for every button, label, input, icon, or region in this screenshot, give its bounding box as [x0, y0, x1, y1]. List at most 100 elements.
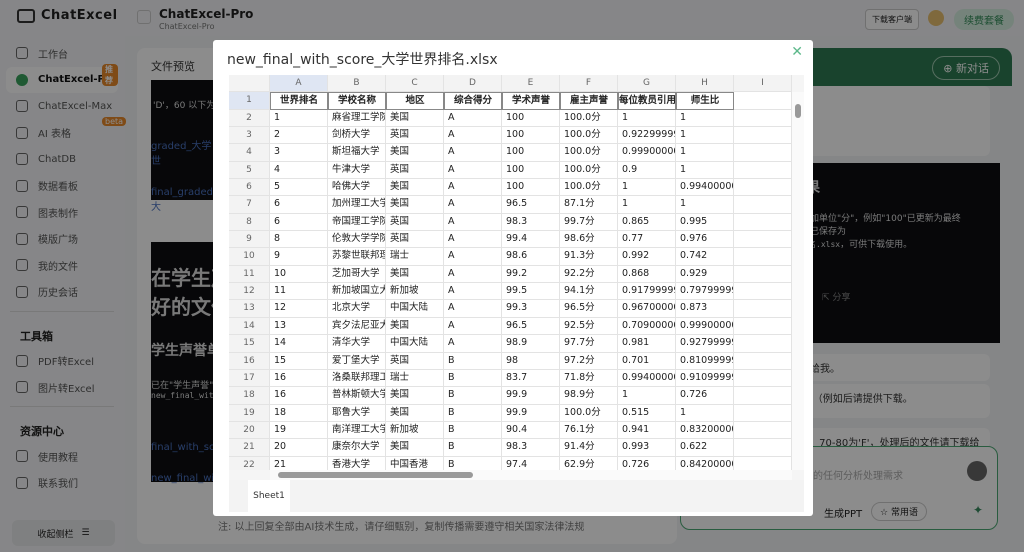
table-cell[interactable]: 美国 [386, 179, 444, 197]
table-cell[interactable]: 0.726 [676, 387, 734, 405]
table-cell[interactable]: 英国 [386, 352, 444, 370]
table-cell[interactable]: 92.5分 [560, 317, 618, 336]
column-header[interactable]: F [560, 75, 618, 93]
table-cell[interactable]: 98.6 [502, 248, 560, 266]
table-cell[interactable]: 99.9 [502, 404, 560, 422]
table-cell[interactable]: 0.941 [618, 421, 676, 440]
table-cell[interactable]: 6 [270, 196, 328, 214]
table-cell[interactable]: 0.832000000 [676, 421, 734, 440]
table-cell[interactable]: 瑞士 [386, 248, 444, 266]
table-cell[interactable]: 4 [270, 161, 328, 180]
table-cell[interactable]: 94.1分 [560, 283, 618, 301]
scroll-thumb[interactable] [795, 104, 801, 118]
table-cell[interactable]: A [444, 127, 502, 145]
row-header[interactable]: 6 [229, 179, 270, 197]
table-cell[interactable]: 0.922999999 [618, 127, 676, 145]
table-cell[interactable]: 14 [270, 335, 328, 353]
table-cell[interactable]: 97.4 [502, 456, 560, 470]
table-cell[interactable] [734, 213, 792, 232]
table-cell[interactable]: A [444, 144, 502, 162]
table-cell[interactable]: B [444, 421, 502, 440]
table-cell[interactable] [734, 335, 792, 353]
table-cell[interactable] [734, 127, 792, 145]
corner-cell[interactable] [229, 75, 270, 93]
table-cell[interactable]: 综合得分 [444, 92, 502, 110]
table-cell[interactable]: 师生比 [676, 92, 734, 110]
table-cell[interactable] [734, 248, 792, 266]
row-header[interactable]: 11 [229, 265, 270, 284]
table-cell[interactable]: 1 [270, 109, 328, 128]
table-cell[interactable]: 18 [270, 404, 328, 422]
table-cell[interactable]: B [444, 369, 502, 388]
table-cell[interactable]: A [444, 231, 502, 249]
column-header[interactable]: D [444, 75, 502, 93]
table-cell[interactable] [734, 231, 792, 249]
table-cell[interactable]: 90.4 [502, 421, 560, 440]
table-cell[interactable] [734, 92, 792, 110]
column-header[interactable]: E [502, 75, 560, 93]
table-cell[interactable]: 英国 [386, 231, 444, 249]
table-cell[interactable]: 62.9分 [560, 456, 618, 470]
table-cell[interactable] [734, 456, 792, 470]
table-cell[interactable]: 92.2分 [560, 265, 618, 284]
table-cell[interactable]: 83.7 [502, 369, 560, 388]
table-cell[interactable]: 0.994000000 [618, 369, 676, 388]
table-cell[interactable]: 100 [502, 161, 560, 180]
table-cell[interactable]: 1 [618, 387, 676, 405]
table-cell[interactable]: 0.810999999 [676, 352, 734, 370]
table-cell[interactable]: 1 [676, 404, 734, 422]
table-cell[interactable]: 美国 [386, 317, 444, 336]
table-cell[interactable]: 20 [270, 439, 328, 457]
table-cell[interactable]: 麻省理工学院 [328, 109, 386, 128]
row-header[interactable]: 10 [229, 248, 270, 266]
table-cell[interactable] [734, 283, 792, 301]
table-cell[interactable]: 耶鲁大学 [328, 404, 386, 422]
table-cell[interactable]: 100 [502, 144, 560, 162]
table-cell[interactable]: 97.2分 [560, 352, 618, 370]
table-cell[interactable]: 98.3 [502, 439, 560, 457]
table-cell[interactable]: 新加坡 [386, 283, 444, 301]
table-cell[interactable]: A [444, 283, 502, 301]
row-header[interactable]: 7 [229, 196, 270, 214]
table-cell[interactable]: 21 [270, 456, 328, 470]
table-cell[interactable]: 16 [270, 387, 328, 405]
table-cell[interactable] [734, 196, 792, 214]
row-header[interactable]: 16 [229, 352, 270, 370]
table-cell[interactable]: 0.910999999 [676, 369, 734, 388]
table-cell[interactable]: 0.994000000 [676, 179, 734, 197]
table-cell[interactable]: 11 [270, 283, 328, 301]
sheet-tab[interactable]: Sheet1 [248, 480, 290, 512]
table-cell[interactable]: 洛桑联邦理工 [328, 369, 386, 388]
table-cell[interactable]: 5 [270, 179, 328, 197]
table-cell[interactable]: A [444, 179, 502, 197]
column-header[interactable]: B [328, 75, 386, 93]
table-cell[interactable] [734, 265, 792, 284]
table-cell[interactable]: 瑞士 [386, 369, 444, 388]
table-cell[interactable]: 帝国理工学院 [328, 213, 386, 232]
table-cell[interactable]: A [444, 335, 502, 353]
table-cell[interactable]: 0.622 [676, 439, 734, 457]
table-cell[interactable]: 0.742 [676, 248, 734, 266]
table-cell[interactable]: 加州理工大学 [328, 196, 386, 214]
table-cell[interactable]: 100 [502, 127, 560, 145]
table-cell[interactable]: 香港大学 [328, 456, 386, 470]
table-cell[interactable]: 0.9 [618, 161, 676, 180]
table-cell[interactable]: 96.5分 [560, 300, 618, 318]
table-cell[interactable]: 康奈尔大学 [328, 439, 386, 457]
table-cell[interactable]: 世界排名 [270, 92, 328, 110]
table-cell[interactable]: 0.515 [618, 404, 676, 422]
row-header[interactable]: 13 [229, 300, 270, 318]
table-cell[interactable]: 学术声誉 [502, 92, 560, 110]
table-cell[interactable]: 剑桥大学 [328, 127, 386, 145]
table-cell[interactable]: 学校名称 [328, 92, 386, 110]
table-cell[interactable]: 中国大陆 [386, 335, 444, 353]
column-header[interactable]: C [386, 75, 444, 93]
table-cell[interactable]: 0.995 [676, 213, 734, 232]
table-cell[interactable]: 0.797999999 [676, 283, 734, 301]
table-cell[interactable]: 98.3 [502, 213, 560, 232]
table-cell[interactable]: 71.8分 [560, 369, 618, 388]
table-cell[interactable]: 1 [676, 144, 734, 162]
table-cell[interactable]: 1 [618, 179, 676, 197]
table-cell[interactable]: 英国 [386, 213, 444, 232]
table-cell[interactable]: 6 [270, 213, 328, 232]
